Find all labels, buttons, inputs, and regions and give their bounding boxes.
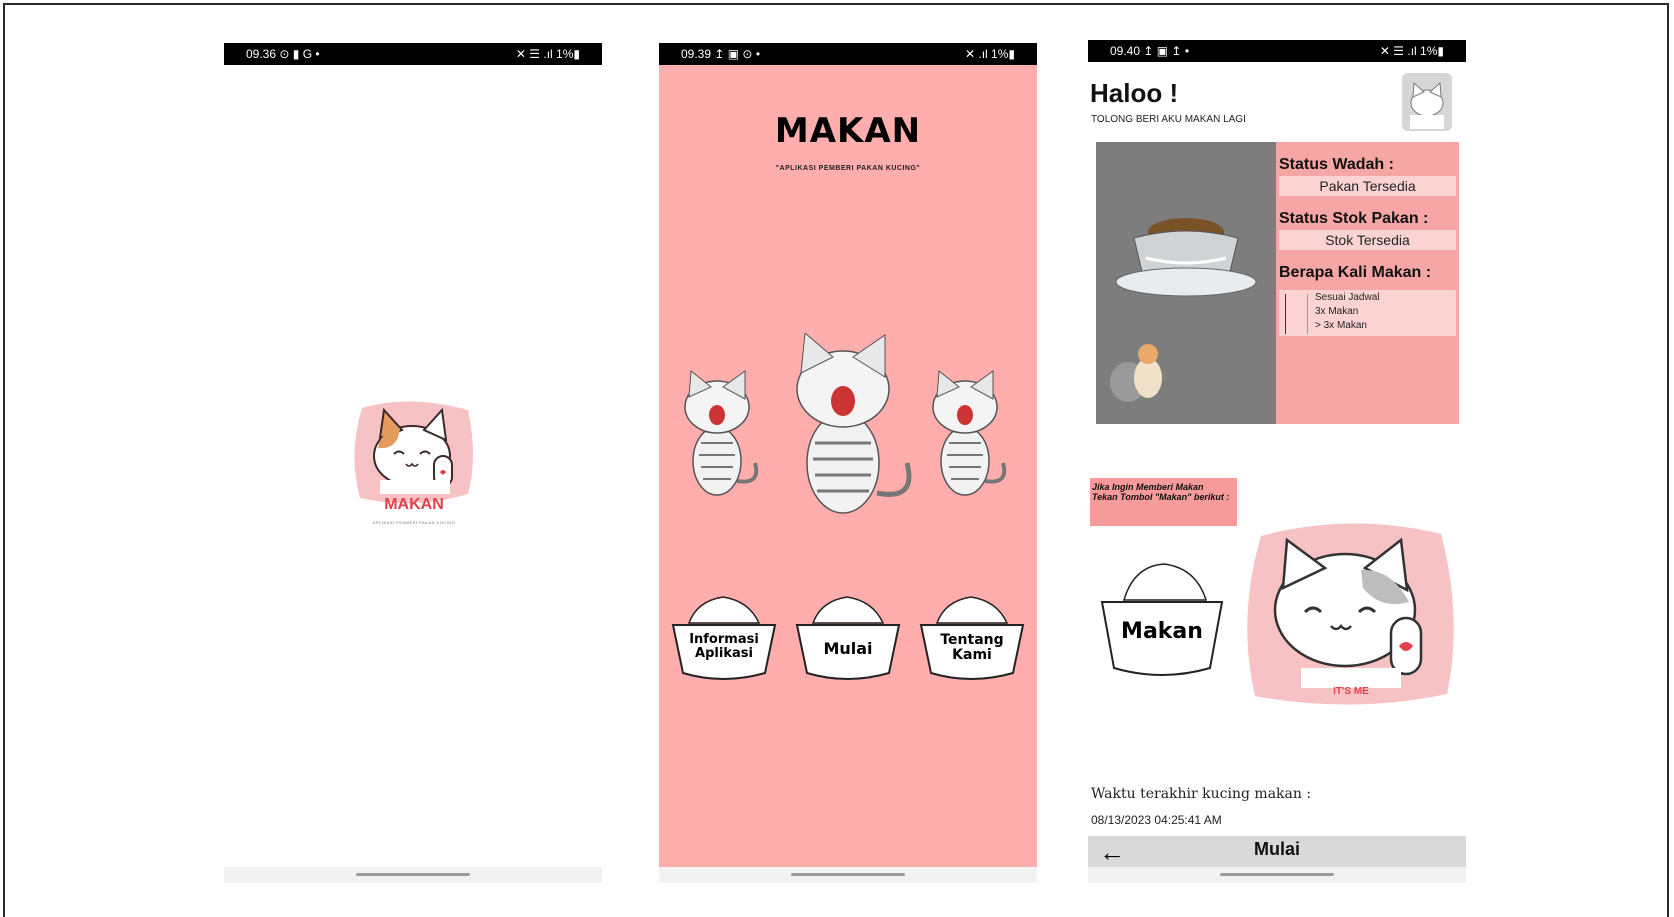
berapa-kali-makan-label: Berapa Kali Makan : (1279, 264, 1432, 281)
cats-thumbnail-icon (1110, 344, 1162, 402)
app-title: MAKAN (774, 111, 922, 151)
status-icons: ⊙ ▮ G • (279, 47, 320, 61)
feeding-frequency-options: Sesuai Jadwal 3x Makan > 3x Makan (1279, 290, 1456, 336)
gesture-bar (1088, 867, 1466, 883)
app-subtitle: "APLIKASI PEMBERI PAKAN KUCING" (775, 165, 921, 172)
status-bar: 09.36 ⊙ ▮ G • ✕ ☰ .ıl 1%▮ (224, 43, 602, 65)
status-icons: ↥ ▣ ⊙ • (714, 47, 761, 61)
option-3x-makan[interactable]: 3x Makan (1315, 306, 1358, 317)
app-logo: MAKAN APLIKASI PEMBERI PAKAN KUCING (350, 398, 478, 525)
bottom-app-bar: ← Mulai (1088, 836, 1466, 868)
status-time: 09.36 (246, 47, 277, 61)
informasi-aplikasi-button[interactable]: Informasi Aplikasi (669, 595, 779, 681)
greeting-subtitle: TOLONG BERI AKU MAKAN LAGI (1091, 114, 1246, 125)
food-bowl-icon (795, 596, 901, 680)
option-sesuai-jadwal[interactable]: Sesuai Jadwal (1315, 292, 1379, 303)
status-panel: Status Wadah : Pakan Tersedia Status Sto… (1096, 142, 1459, 424)
cat-waving-illustration: IT'S ME (1241, 518, 1461, 716)
option-more-than-3x[interactable]: > 3x Makan (1315, 320, 1367, 331)
logo-subtitle: APLIKASI PEMBERI PAKAN KUCING (372, 520, 456, 525)
cat-avatar-icon (1402, 73, 1452, 131)
makan-button[interactable]: Makan (1096, 560, 1228, 685)
home-handle[interactable] (791, 873, 905, 876)
last-fed-label: Waktu terakhir kucing makan : (1091, 786, 1312, 802)
appbar-title: Mulai (1253, 839, 1300, 859)
kittens-illustration (684, 333, 1007, 514)
status-bar: 09.40 ↥ ▣ ↥ • ✕ ☰ .ıl 1%▮ (1088, 40, 1466, 62)
phone-mulai-screen: 09.40 ↥ ▣ ↥ • ✕ ☰ .ıl 1%▮ Haloo ! TOLONG… (1088, 40, 1466, 883)
last-fed-timestamp: 08/13/2023 04:25:41 AM (1091, 813, 1222, 827)
status-indicators: ✕ ☰ .ıl 1%▮ (1379, 44, 1444, 58)
status-icons: ↥ ▣ ↥ • (1143, 44, 1190, 58)
status-wadah-value: Pakan Tersedia (1279, 176, 1456, 196)
status-stok-label: Status Stok Pakan : (1279, 210, 1429, 227)
makan-button-label: Makan (1121, 619, 1203, 644)
cat-avatar (1402, 73, 1452, 131)
phone-splash-screen: 09.36 ⊙ ▮ G • ✕ ☰ .ıl 1%▮ MAKAN APLIKASI… (224, 43, 602, 883)
status-stok-value: Stok Tersedia (1279, 230, 1456, 250)
status-time: 09.40 (1110, 44, 1141, 58)
home-handle[interactable] (1220, 873, 1334, 876)
tentang-kami-button[interactable]: Tentang Kami (917, 595, 1027, 681)
logo-wordmark: MAKAN (384, 496, 444, 513)
gesture-bar (659, 867, 1037, 883)
status-wadah-label: Status Wadah : (1279, 156, 1394, 173)
kitten-center-icon (796, 333, 912, 514)
food-bowl-photo (1096, 142, 1276, 424)
gesture-bar (224, 867, 602, 883)
status-indicators: ✕ ☰ .ıl 1%▮ (515, 47, 580, 61)
home-handle[interactable] (356, 873, 470, 876)
status-info-panel: Status Wadah : Pakan Tersedia Status Sto… (1276, 142, 1459, 424)
status-indicators: ✕ .ıl 1%▮ (964, 47, 1015, 61)
kitten-left-icon (684, 370, 759, 496)
kitten-right-icon (932, 370, 1007, 496)
status-time: 09.39 (681, 47, 712, 61)
status-bar: 09.39 ↥ ▣ ⊙ • ✕ .ıl 1%▮ (659, 43, 1037, 65)
greeting-title: Haloo ! (1090, 78, 1179, 108)
mulai-button[interactable]: Mulai (793, 595, 903, 681)
feed-hint: Jika Ingin Memberi Makan Tekan Tombol "M… (1090, 478, 1237, 526)
cat-caption: IT'S ME (1333, 686, 1369, 697)
steel-food-bowl-icon (1110, 218, 1257, 402)
phone-main-menu: 09.39 ↥ ▣ ⊙ • ✕ .ıl 1%▮ MAKAN "APLIKASI … (659, 43, 1037, 883)
